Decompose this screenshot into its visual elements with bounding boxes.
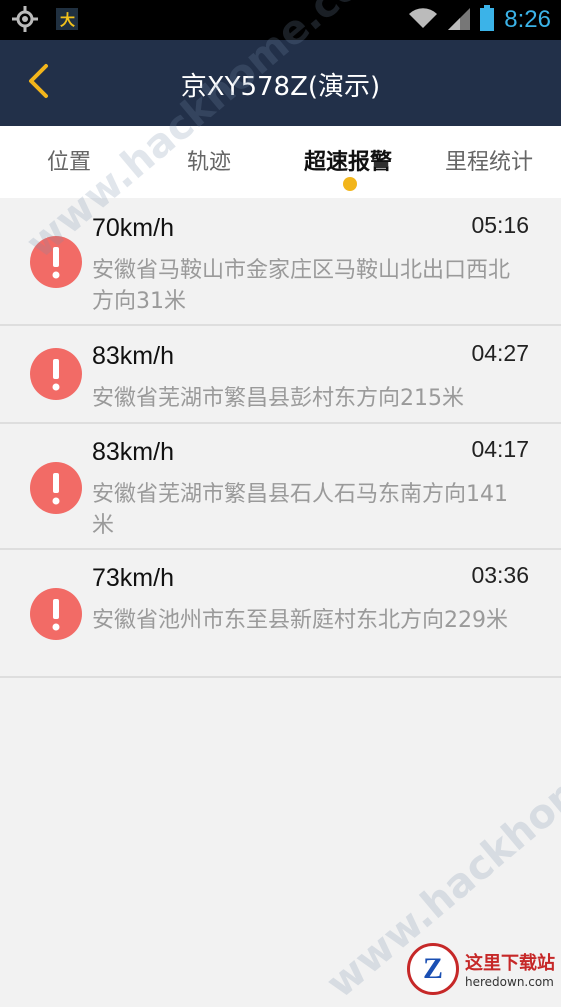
tab-speeding-alerts[interactable]: 超速报警 <box>304 144 392 176</box>
active-tab-indicator <box>343 177 357 191</box>
list-item[interactable]: 73km/h 03:36 安徽省池州市东至县新庭村东北方向229米 <box>0 550 561 678</box>
alert-time: 04:17 <box>471 436 529 462</box>
svg-text:大: 大 <box>60 11 75 29</box>
tab-track[interactable]: 轨迹 <box>187 144 231 176</box>
alert-time: 05:16 <box>471 212 529 238</box>
alert-time: 04:27 <box>471 340 529 366</box>
logo-text-cn: 这里下载站 <box>465 953 555 974</box>
battery-icon <box>480 5 495 35</box>
tab-location[interactable]: 位置 <box>47 144 91 176</box>
alert-address: 安徽省池州市东至县新庭村东北方向229米 <box>92 608 508 633</box>
alert-icon <box>30 462 82 514</box>
list-item[interactable]: 83km/h 04:17 安徽省芜湖市繁昌县石人石马东南方向141米 <box>0 424 561 550</box>
alert-address: 安徽省芜湖市繁昌县彭村东方向215米 <box>92 386 464 411</box>
wifi-icon <box>408 6 438 34</box>
alert-speed: 83km/h <box>92 438 174 466</box>
alert-speed: 83km/h <box>92 342 174 370</box>
alert-time: 03:36 <box>471 562 529 588</box>
corner-logo: Z 这里下载站 heredown.com <box>407 943 555 995</box>
logo-mark: Z <box>407 943 459 995</box>
tab-mileage-stats[interactable]: 里程统计 <box>445 144 533 176</box>
app-notification-icon: 大 <box>56 8 78 34</box>
list-item[interactable]: 83km/h 04:27 安徽省芜湖市繁昌县彭村东方向215米 <box>0 326 561 424</box>
clock: 8:26 <box>504 6 551 33</box>
gps-icon <box>12 6 38 36</box>
alert-address: 安徽省马鞍山市金家庄区马鞍山北出口西北方向31米 <box>92 258 511 314</box>
alert-speed: 73km/h <box>92 564 174 592</box>
alert-icon <box>30 348 82 400</box>
alert-icon <box>30 588 82 640</box>
alert-address: 安徽省芜湖市繁昌县石人石马东南方向141米 <box>92 482 508 538</box>
alert-list: 70km/h 05:16 安徽省马鞍山市金家庄区马鞍山北出口西北方向31米 83… <box>0 198 561 678</box>
logo-text-en: heredown.com <box>465 975 554 989</box>
signal-icon <box>448 6 471 34</box>
